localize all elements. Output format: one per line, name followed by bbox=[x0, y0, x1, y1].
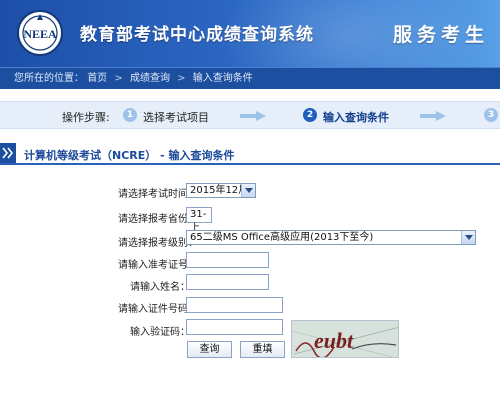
exam-time-select[interactable]: 2015年12月 bbox=[186, 183, 256, 198]
name-label: 请输入姓名： bbox=[130, 282, 190, 293]
level-value: 65二级MS Office高级应用(2013下至今) bbox=[190, 232, 374, 243]
exam-time-value: 2015年12月 bbox=[190, 185, 249, 196]
double-chevron-icon bbox=[0, 143, 16, 163]
captcha-image[interactable]: eubt bbox=[291, 320, 399, 358]
breadcrumb-separator: > bbox=[177, 73, 186, 84]
steps-label: 操作步骤: bbox=[62, 111, 110, 124]
svg-text:NEEA: NEEA bbox=[23, 27, 57, 41]
step-1-label: 选择考试项目 bbox=[143, 111, 209, 124]
step-indicator: 操作步骤: 1 选择考试项目 2 输入查询条件 3 bbox=[0, 101, 500, 129]
id-number-input[interactable] bbox=[186, 297, 283, 313]
chevron-down-icon bbox=[461, 231, 475, 244]
province-select[interactable]: 31-上 bbox=[186, 207, 212, 234]
step-2-label: 输入查询条件 bbox=[323, 111, 389, 124]
step-2-badge: 2 bbox=[303, 108, 317, 122]
name-input[interactable] bbox=[186, 274, 269, 290]
site-title: 教育部考试中心成绩查询系统 bbox=[80, 25, 314, 45]
captcha-text: eubt bbox=[314, 328, 354, 353]
section-title: 计算机等级考试（NCRE） - 输入查询条件 bbox=[24, 149, 235, 162]
breadcrumb-separator: > bbox=[114, 73, 123, 84]
captcha-input[interactable] bbox=[186, 319, 283, 335]
level-select[interactable]: 65二级MS Office高级应用(2013下至今) bbox=[186, 230, 476, 245]
captcha-graphic: eubt bbox=[292, 321, 398, 357]
ticket-number-input[interactable] bbox=[186, 252, 269, 268]
section-header: 计算机等级考试（NCRE） - 输入查询条件 bbox=[0, 143, 500, 165]
step-1-badge: 1 bbox=[123, 108, 137, 122]
breadcrumb-prefix: 您所在的位置： bbox=[14, 73, 84, 84]
breadcrumb-current: 输入查询条件 bbox=[192, 73, 253, 84]
captcha-label: 输入验证码： bbox=[130, 327, 190, 338]
header-slogan: 服务考生 bbox=[393, 24, 490, 46]
breadcrumb-home-link[interactable]: 首页 bbox=[87, 68, 107, 89]
reset-button[interactable]: 重填 bbox=[240, 341, 285, 358]
chevron-down-icon bbox=[241, 184, 255, 197]
query-button[interactable]: 查询 bbox=[187, 341, 232, 358]
neea-logo-icon: NEEA bbox=[17, 10, 63, 56]
arrow-right-icon bbox=[240, 111, 266, 121]
arrow-right-icon bbox=[420, 111, 446, 121]
breadcrumb-score-query-link[interactable]: 成绩查询 bbox=[130, 68, 170, 89]
breadcrumb: 您所在的位置： 首页 > 成绩查询 > 输入查询条件 bbox=[0, 67, 500, 89]
step-3-badge: 3 bbox=[484, 108, 498, 122]
site-header: NEEA 教育部考试中心成绩查询系统 服务考生 bbox=[0, 0, 500, 67]
